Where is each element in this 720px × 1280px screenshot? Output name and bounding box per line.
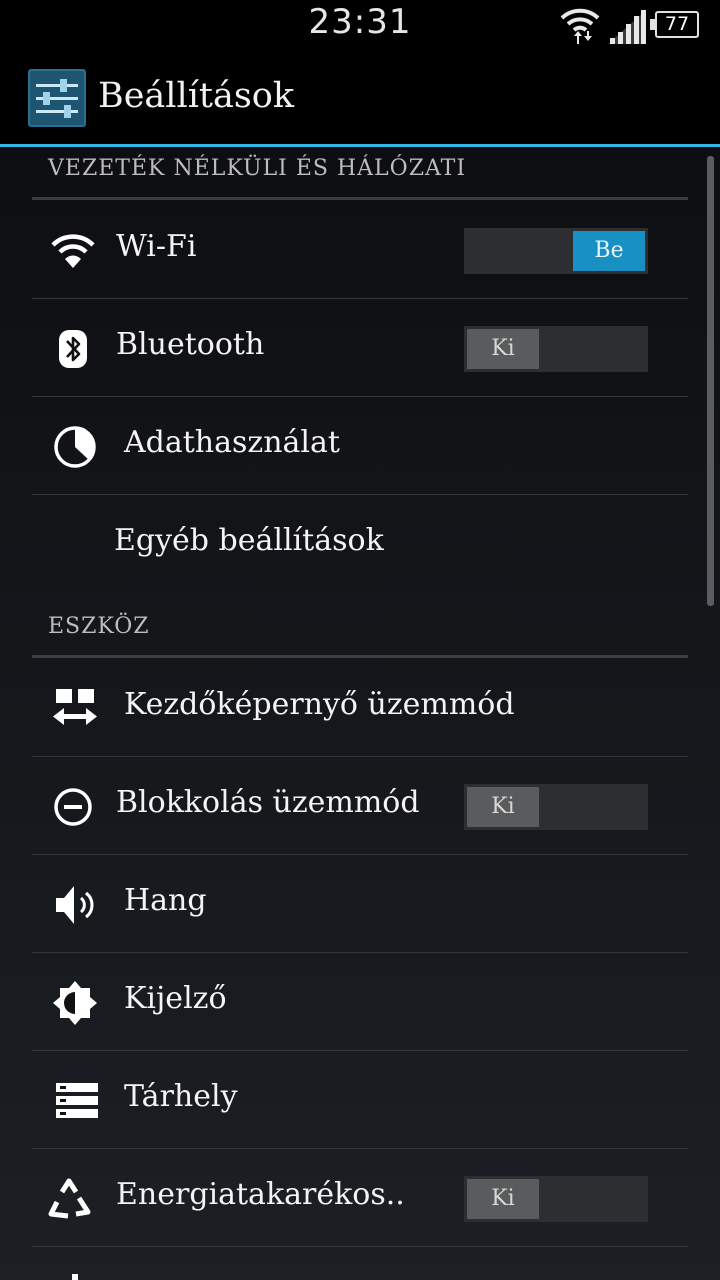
storage-icon <box>56 1083 98 1118</box>
settings-item-more-settings[interactable]: Egyéb beállítások <box>32 495 688 593</box>
storage-label: Tárhely <box>124 1079 238 1114</box>
sound-icon <box>56 886 94 924</box>
wifi-toggle[interactable]: Be <box>464 228 648 274</box>
next-item-icon <box>72 1274 78 1280</box>
blocking-mode-label: Blokkolás üzemmód <box>116 785 420 820</box>
sound-label: Hang <box>124 883 207 918</box>
section-header-wireless: VEZETÉK NÉLKÜLI ÉS HÁLÓZATI <box>48 156 467 181</box>
section-divider <box>32 655 688 658</box>
bluetooth-toggle[interactable]: Ki <box>464 326 648 372</box>
settings-sliders-icon[interactable] <box>28 69 86 127</box>
more-settings-label: Egyéb beállítások <box>114 523 384 558</box>
wifi-toggle-state: Be <box>573 231 645 271</box>
settings-item-bluetooth[interactable]: Bluetooth Ki <box>32 299 688 397</box>
display-brightness-icon <box>53 981 97 1025</box>
power-saving-toggle-state: Ki <box>467 1179 539 1219</box>
power-saving-toggle[interactable]: Ki <box>464 1176 648 1222</box>
action-bar: Beállítások <box>0 50 720 147</box>
power-saving-label: Energiatakarékos.. <box>116 1177 405 1212</box>
wifi-label: Wi-Fi <box>116 229 197 264</box>
settings-item-storage[interactable]: Tárhely <box>32 1051 688 1149</box>
settings-item-sound[interactable]: Hang <box>32 855 688 953</box>
bluetooth-icon <box>59 330 87 368</box>
home-screen-mode-label: Kezdőképernyő üzemmód <box>124 687 515 722</box>
battery-icon: 77 <box>650 11 699 38</box>
settings-item-display[interactable]: Kijelző <box>32 953 688 1051</box>
wifi-data-icon <box>560 8 600 44</box>
blocking-mode-toggle[interactable]: Ki <box>464 784 648 830</box>
settings-item-data-usage[interactable]: Adathasználat <box>32 397 688 495</box>
blocking-mode-toggle-state: Ki <box>467 787 539 827</box>
row-divider <box>32 1246 688 1247</box>
settings-item-blocking-mode[interactable]: Blokkolás üzemmód Ki <box>32 757 688 855</box>
bluetooth-label: Bluetooth <box>116 327 265 362</box>
display-label: Kijelző <box>124 981 227 1016</box>
settings-item-home-screen-mode[interactable]: Kezdőképernyő üzemmód <box>32 659 688 757</box>
settings-item-power-saving[interactable]: Energiatakarékos.. Ki <box>32 1149 688 1247</box>
power-saving-icon <box>48 1178 91 1219</box>
scrollbar[interactable] <box>707 156 714 606</box>
signal-icon <box>608 10 646 44</box>
wifi-icon <box>51 234 95 268</box>
bluetooth-toggle-state: Ki <box>467 329 539 369</box>
settings-item-wifi[interactable]: Wi-Fi Be <box>32 201 688 299</box>
data-usage-icon <box>54 426 96 468</box>
blocking-mode-icon <box>54 788 92 826</box>
data-usage-label: Adathasználat <box>124 425 340 460</box>
status-bar: 23:31 77 <box>0 0 720 50</box>
section-header-device: ESZKÖZ <box>48 614 150 639</box>
section-divider <box>32 197 688 200</box>
page-title: Beállítások <box>98 76 295 116</box>
home-screen-mode-icon <box>53 689 97 725</box>
